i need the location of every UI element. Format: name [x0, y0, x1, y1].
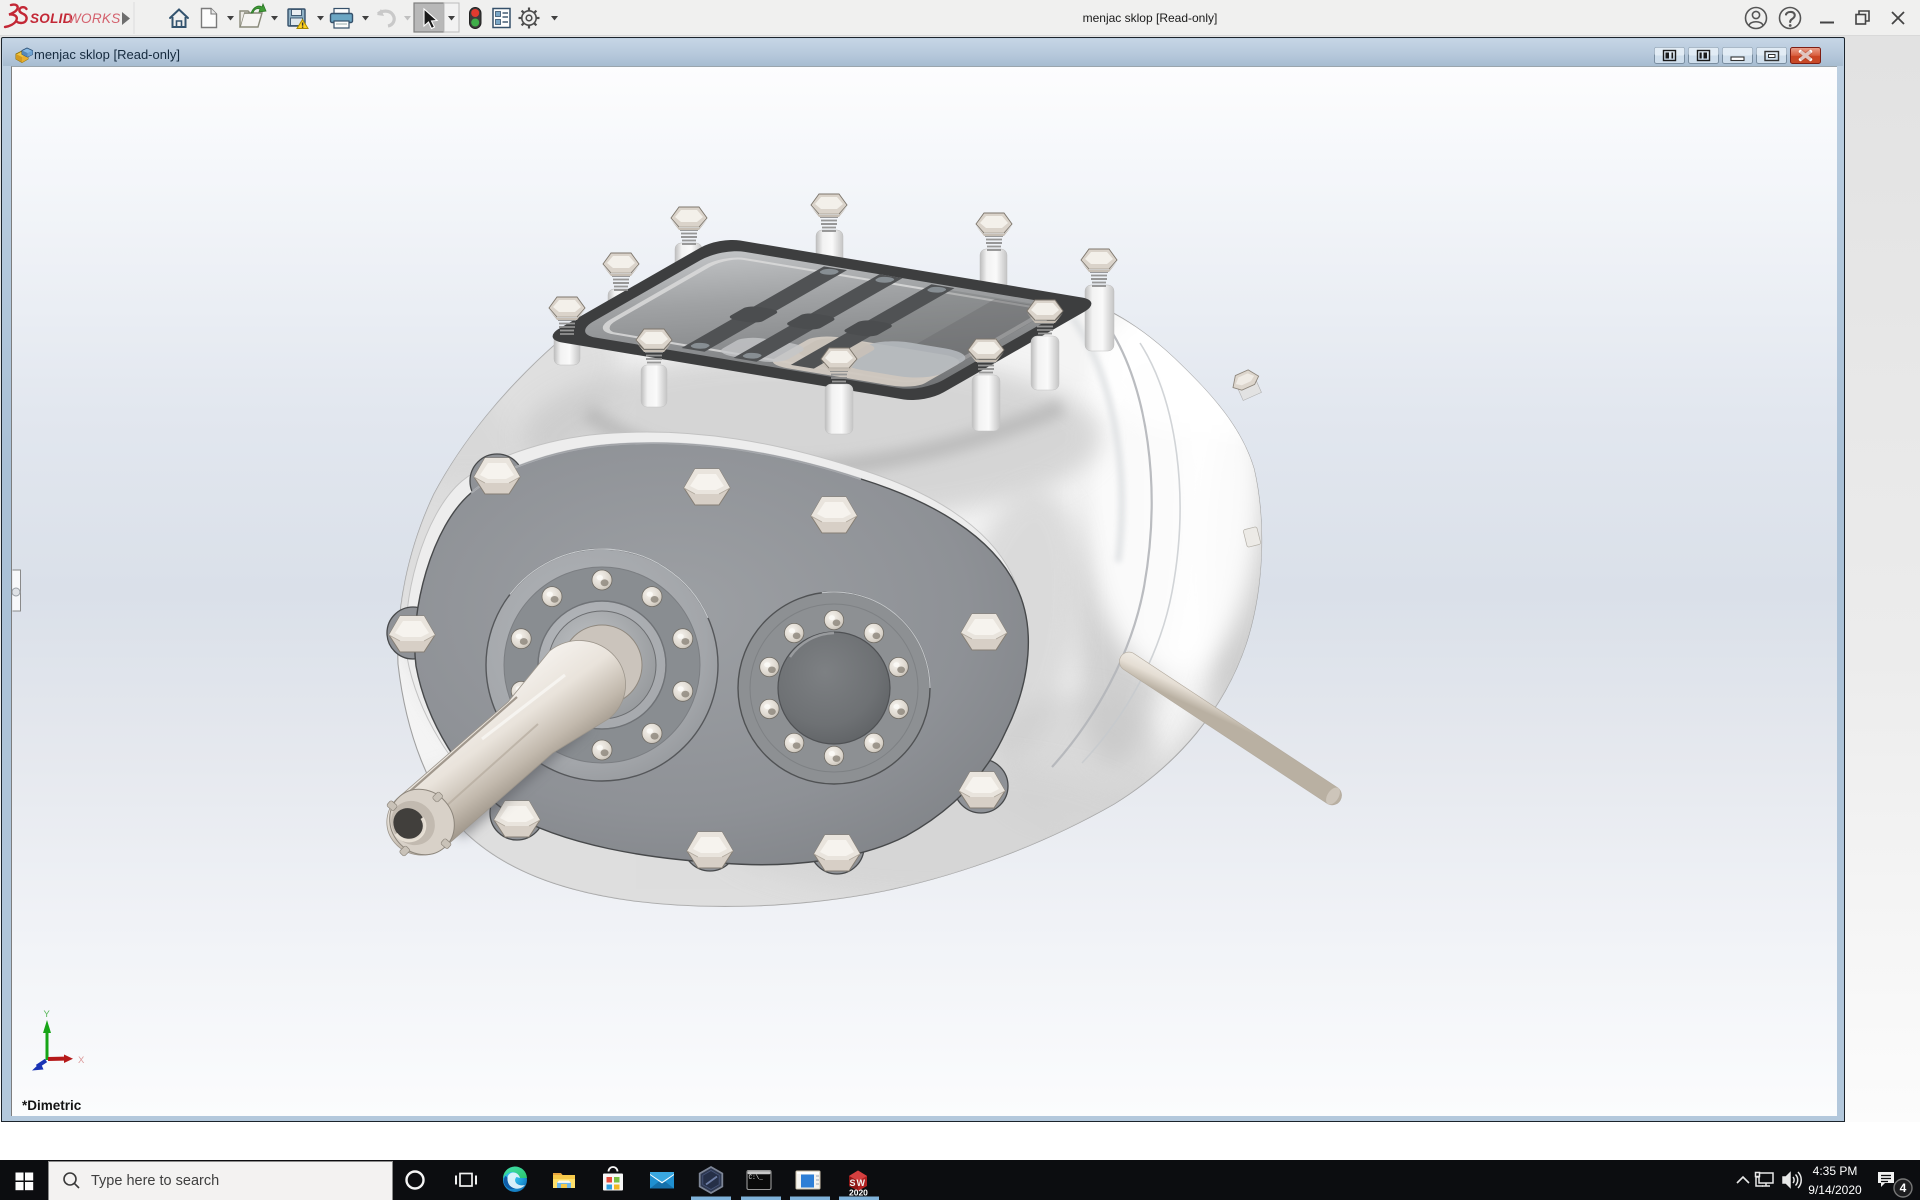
- svg-text:2020: 2020: [849, 1188, 868, 1198]
- svg-text:C:\_: C:\_: [749, 1174, 764, 1181]
- svg-text:Y: Y: [44, 1009, 51, 1020]
- svg-text:SOLID: SOLID: [30, 11, 73, 26]
- svg-text:*Dimetric: *Dimetric: [22, 1098, 82, 1113]
- svg-text:X: X: [78, 1055, 85, 1066]
- svg-text:WORKS: WORKS: [68, 11, 121, 26]
- svg-text:4: 4: [1900, 1181, 1907, 1195]
- svg-text:SW: SW: [850, 1178, 867, 1188]
